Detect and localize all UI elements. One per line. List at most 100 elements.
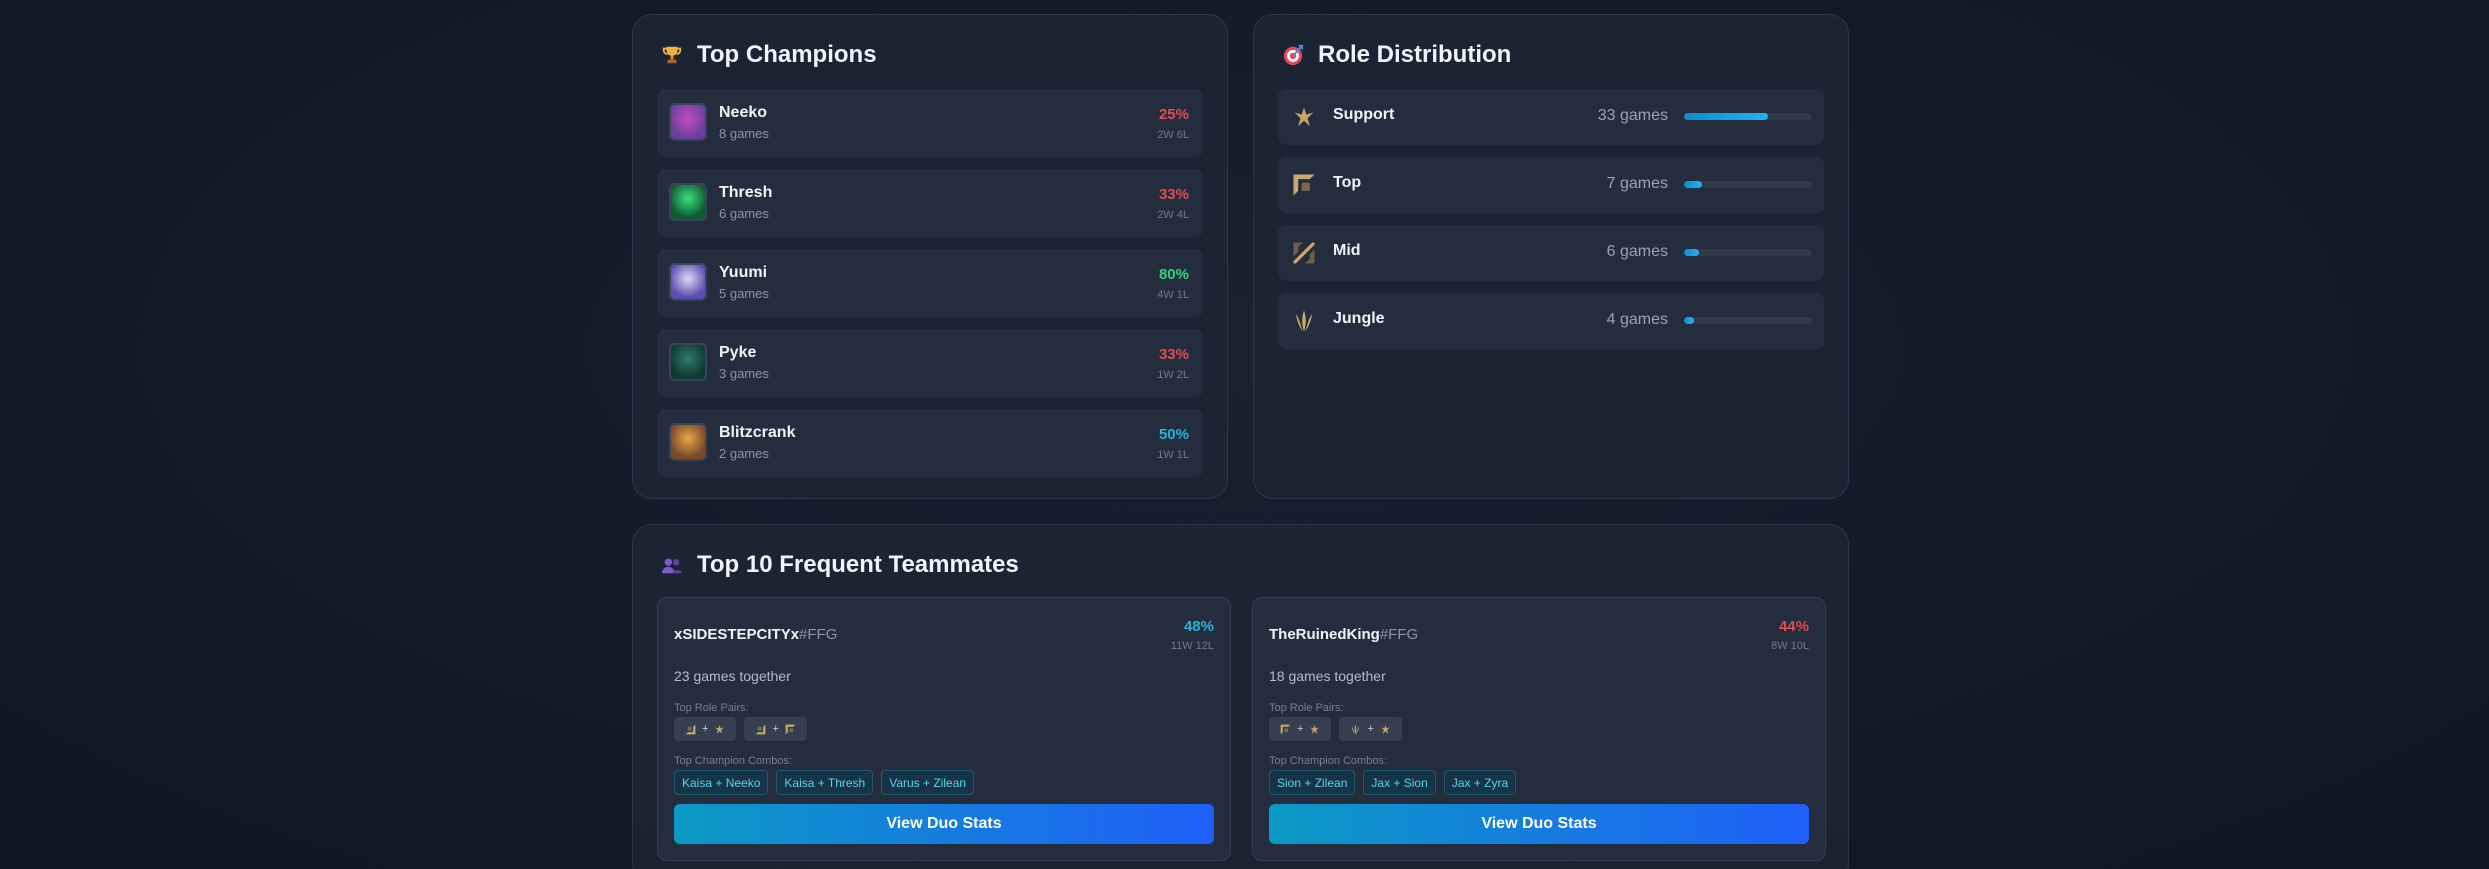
role-progress-bar	[1684, 181, 1812, 188]
champion-games: 3 games	[719, 366, 769, 381]
champion-combo-chip: Jax + Sion	[1363, 770, 1436, 795]
teammate-record: 8W 10L	[1771, 640, 1809, 652]
champion-portrait	[669, 343, 707, 381]
champion-name: Yuumi	[719, 264, 768, 281]
champion-row[interactable]: Yuumi 5 games 80% 4W 1L	[657, 249, 1203, 317]
bot-role-icon	[756, 724, 766, 734]
top-role-icon	[1280, 724, 1291, 734]
role-name: Top	[1333, 174, 1362, 191]
champion-portrait	[669, 103, 707, 141]
role-name: Mid	[1333, 242, 1361, 259]
role-row-mid: Mid 6 games	[1278, 225, 1824, 281]
teammate-winrate: 48%	[1183, 618, 1214, 635]
role-row-top: Top 7 games	[1278, 157, 1824, 213]
role-distribution-title: Role Distribution	[1318, 41, 1512, 68]
role-progress-bar	[1684, 249, 1812, 256]
role-pairs-label: Top Role Pairs:	[1269, 702, 1344, 714]
champion-winrate: 25%	[1158, 106, 1189, 123]
champion-combo-chip: Sion + Zilean	[1269, 770, 1356, 795]
jungle-role-icon	[1295, 310, 1313, 332]
frequent-teammates-header: Top 10 Frequent Teammates	[661, 551, 1019, 579]
bot-role-icon	[685, 724, 696, 734]
role-progress-fill	[1684, 317, 1695, 324]
support-role-icon	[1294, 107, 1314, 127]
champion-combo-chip: Kaisa + Neeko	[674, 770, 769, 795]
champion-combo-chip: Kaisa + Thresh	[776, 770, 874, 795]
role-games: 6 games	[1606, 243, 1668, 260]
plus-sign: +	[702, 723, 709, 735]
top-role-icon	[1293, 174, 1315, 196]
champion-combos: Kaisa + Neeko Kaisa + Thresh Varus + Zilea…	[674, 770, 975, 795]
role-games: 7 games	[1606, 175, 1668, 192]
trophy-icon	[662, 46, 682, 64]
top-champions-panel: Top Champions Neeko 8 games 25% 2W 6L Thresh…	[632, 14, 1228, 499]
plus-sign: +	[1367, 723, 1374, 735]
champion-record: 2W 6L	[1157, 129, 1189, 141]
teammate-card: xSIDESTEPCITYx#FFG 48% 11W 12L 23 games tog…	[657, 597, 1231, 861]
role-progress-bar	[1684, 113, 1812, 120]
champion-games: 8 games	[719, 126, 769, 141]
champion-row[interactable]: Pyke 3 games 33% 1W 2L	[657, 329, 1203, 397]
role-name: Support	[1333, 106, 1395, 123]
champion-name: Blitzcrank	[719, 424, 796, 441]
view-duo-stats-button[interactable]: View Duo Stats	[674, 804, 1214, 844]
champion-row[interactable]: Blitzcrank 2 games 50% 1W 1L	[657, 409, 1203, 477]
champion-winrate: 33%	[1158, 346, 1189, 363]
role-pairs: + +	[674, 717, 807, 741]
champion-record: 2W 4L	[1157, 209, 1189, 221]
role-games: 4 games	[1606, 311, 1668, 328]
champion-games: 2 games	[719, 446, 769, 461]
role-distribution-header: Role Distribution	[1282, 41, 1511, 69]
champion-portrait	[669, 183, 707, 221]
role-pair-chip: +	[674, 717, 737, 741]
teammate-name[interactable]: xSIDESTEPCITYx#FFG	[674, 626, 837, 643]
frequent-teammates-panel: Top 10 Frequent Teammates xSIDESTEPCITYx…	[632, 524, 1849, 869]
champion-winrate: 33%	[1158, 186, 1189, 203]
champion-name: Pyke	[719, 344, 757, 361]
role-distribution-panel: Role Distribution Support 33 games Top 7 ga…	[1253, 14, 1849, 499]
role-pairs: + +	[1269, 717, 1402, 741]
support-role-icon	[1310, 724, 1320, 734]
champion-row[interactable]: Thresh 6 games 33% 2W 4L	[657, 169, 1203, 237]
support-role-icon	[715, 724, 725, 734]
top-champions-header: Top Champions	[661, 41, 877, 69]
champion-combos: Sion + Zilean Jax + Sion Jax + Zyra	[1269, 770, 1517, 795]
support-role-icon	[1381, 724, 1390, 734]
teammate-name[interactable]: TheRuinedKing#FFG	[1269, 626, 1418, 643]
champion-record: 4W 1L	[1157, 289, 1189, 301]
teammate-record: 11W 12L	[1170, 640, 1214, 652]
champion-combo-chip: Jax + Zyra	[1443, 770, 1517, 795]
teammate-tag: #FFG	[1379, 626, 1419, 643]
role-progress-fill	[1684, 113, 1769, 120]
plus-sign: +	[772, 723, 779, 735]
mid-role-icon	[1293, 242, 1315, 264]
teammate-winrate: 44%	[1778, 618, 1809, 635]
jungle-role-icon	[1352, 724, 1360, 734]
role-progress-fill	[1684, 181, 1702, 188]
people-icon	[661, 558, 683, 574]
role-games: 33 games	[1597, 107, 1668, 124]
teammate-game-name: xSIDESTEPCITYx	[674, 626, 800, 643]
role-pairs-label: Top Role Pairs:	[674, 702, 749, 714]
role-list: Support 33 games Top 7 games Mid 6 games Jungl…	[1278, 89, 1824, 361]
role-progress-fill	[1684, 249, 1700, 256]
plus-sign: +	[1297, 723, 1304, 735]
role-name: Jungle	[1333, 310, 1385, 327]
role-row-support: Support 33 games	[1278, 89, 1824, 145]
role-pair-chip: +	[1339, 717, 1402, 741]
champion-row[interactable]: Neeko 8 games 25% 2W 6L	[657, 89, 1203, 157]
role-progress-bar	[1684, 317, 1812, 324]
teammate-tag: #FFG	[799, 626, 838, 643]
view-duo-stats-button[interactable]: View Duo Stats	[1269, 804, 1809, 844]
champion-winrate: 80%	[1158, 266, 1189, 283]
role-pair-chip: +	[1269, 717, 1332, 741]
top-champions-title: Top Champions	[697, 41, 877, 68]
games-together: 23 games together	[674, 668, 791, 684]
teammate-game-name: TheRuinedKing	[1269, 626, 1380, 643]
champion-name: Thresh	[719, 184, 773, 201]
top-role-icon	[785, 724, 796, 734]
champion-winrate: 50%	[1158, 426, 1189, 443]
champion-name: Neeko	[719, 104, 768, 121]
champion-combos-label: Top Champion Combos:	[674, 755, 793, 767]
champion-combos-label: Top Champion Combos:	[1269, 755, 1388, 767]
